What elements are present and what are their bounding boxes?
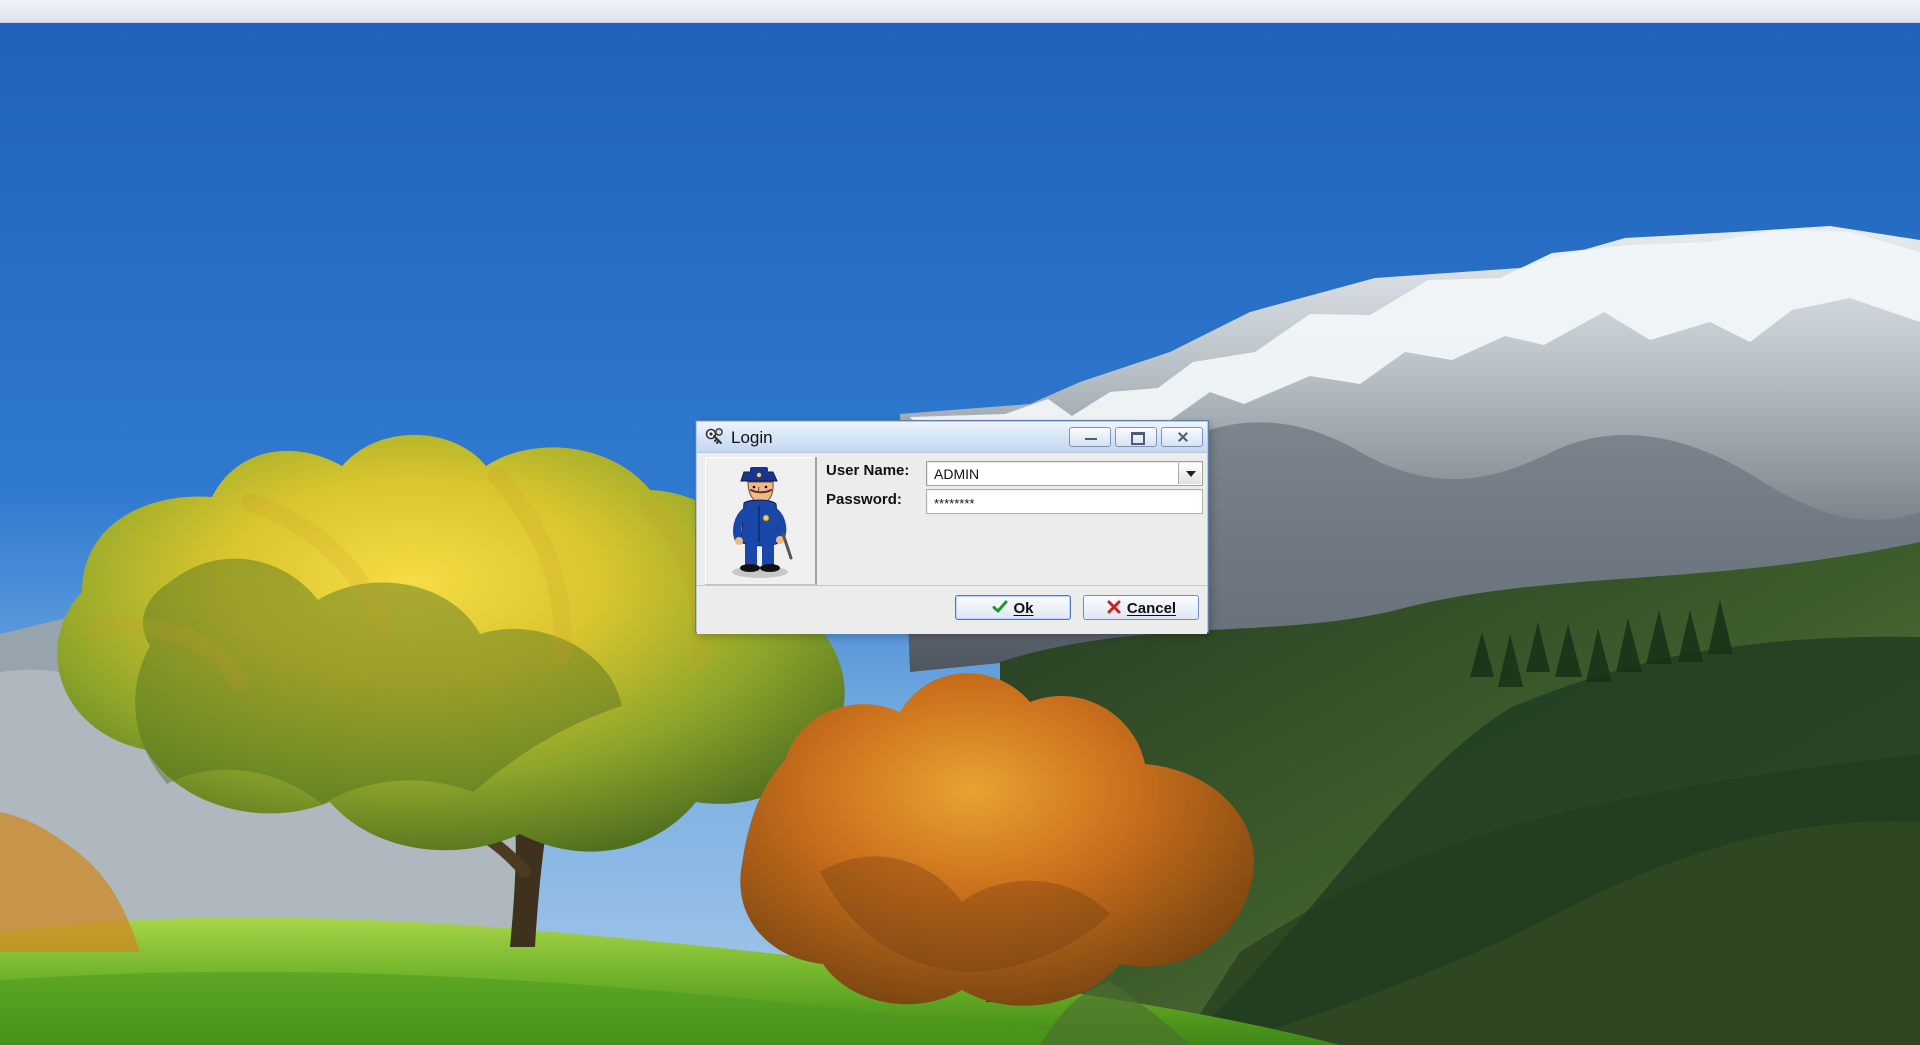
close-button[interactable] bbox=[1161, 427, 1203, 447]
police-officer-illustration bbox=[732, 467, 793, 578]
password-field[interactable]: ******** bbox=[926, 489, 1203, 514]
login-form-body: User Name: ADMIN Password: ******** Ok C… bbox=[697, 453, 1207, 634]
username-select[interactable]: ADMIN bbox=[926, 461, 1203, 486]
ok-button[interactable]: Ok bbox=[955, 595, 1071, 620]
keys-icon bbox=[705, 427, 725, 447]
dialog-button-bar: Ok Cancel bbox=[697, 585, 1207, 634]
username-label: User Name: bbox=[826, 462, 910, 479]
cancel-button-label: Cancel bbox=[1126, 600, 1177, 617]
minimize-button[interactable] bbox=[1069, 427, 1111, 447]
ok-button-content: Ok bbox=[956, 599, 1070, 618]
cancel-button[interactable]: Cancel bbox=[1083, 595, 1199, 620]
masked-password-value: ******** bbox=[934, 496, 975, 511]
cancel-x-icon bbox=[1107, 600, 1121, 614]
maximize-button[interactable] bbox=[1115, 427, 1157, 447]
desktop-screen: Login User Name: ADMIN Password: *******… bbox=[0, 0, 1920, 1045]
ok-button-label: Ok bbox=[1013, 600, 1034, 617]
username-value: ADMIN bbox=[934, 466, 980, 482]
officer-image-frame bbox=[705, 457, 817, 585]
login-dialog[interactable]: Login User Name: ADMIN Password: *******… bbox=[695, 420, 1209, 634]
chevron-down-icon[interactable] bbox=[1178, 463, 1201, 484]
check-icon bbox=[992, 600, 1008, 613]
top-window-strip bbox=[0, 0, 1920, 23]
cancel-button-content: Cancel bbox=[1084, 599, 1198, 618]
password-label: Password: bbox=[826, 491, 902, 508]
login-titlebar[interactable]: Login bbox=[697, 422, 1207, 453]
dialog-title: Login bbox=[731, 428, 773, 447]
